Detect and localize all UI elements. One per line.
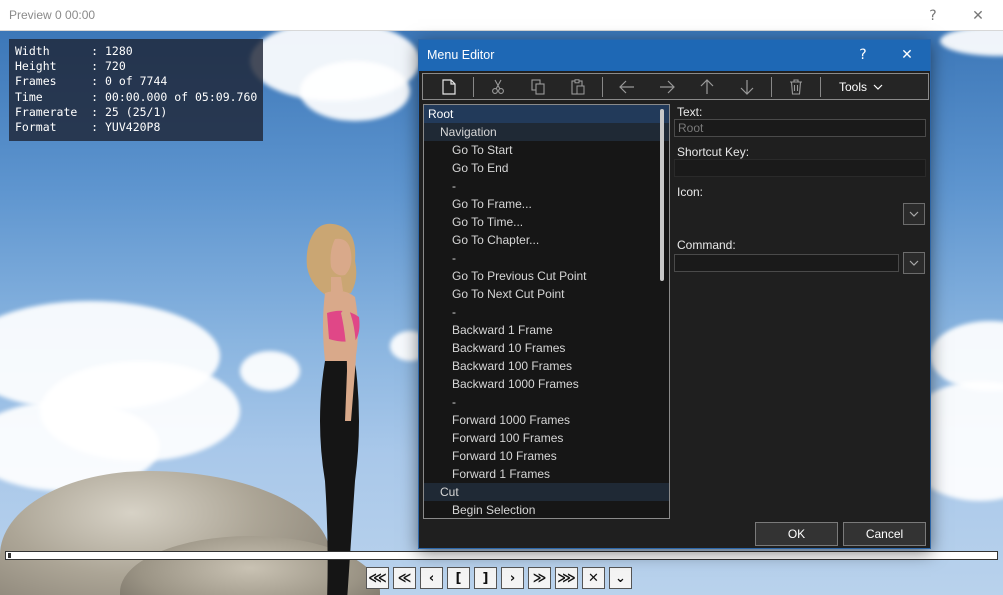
chevron-down-icon <box>873 84 883 90</box>
menu-button[interactable]: ⌄ <box>609 567 632 589</box>
move-right-button[interactable] <box>653 76 681 98</box>
tree-menu-item[interactable]: Forward 10 Frames <box>424 447 669 465</box>
toolbar-separator <box>771 76 772 97</box>
tree-menu-item[interactable]: Go To Time... <box>424 213 669 231</box>
cloud <box>940 31 1003 56</box>
prev-frame-button[interactable]: ‹ <box>420 567 443 589</box>
shortcut-key-label: Shortcut Key: <box>677 145 750 159</box>
info-format: Format : YUV420P8 <box>15 120 161 135</box>
command-field-label: Command: <box>677 238 736 252</box>
tree-menu-item[interactable]: - <box>424 249 669 267</box>
command-field[interactable] <box>674 254 899 272</box>
tree-group-item[interactable]: Navigation <box>424 123 669 141</box>
arrow-left-icon <box>619 80 634 93</box>
tree-menu-item[interactable]: Forward 1000 Frames <box>424 411 669 429</box>
text-field-label: Text: <box>677 105 703 119</box>
video-info-overlay: Width : 1280 Height : 720 Frames : 0 of … <box>9 39 263 141</box>
tree-menu-item[interactable]: Backward 100 Frames <box>424 357 669 375</box>
seek-bar[interactable] <box>5 551 998 560</box>
cloud <box>930 321 1003 391</box>
clear-button[interactable]: ✕ <box>582 567 605 589</box>
next-frame-button[interactable]: › <box>501 567 524 589</box>
seek-handle[interactable] <box>8 553 11 558</box>
editor-toolbar: Tools <box>422 73 929 100</box>
tree-menu-item[interactable]: - <box>424 393 669 411</box>
scissors-icon <box>492 79 504 94</box>
tree-menu-item[interactable]: Go To Chapter... <box>424 231 669 249</box>
tree-menu-item[interactable]: Go To Previous Cut Point <box>424 267 669 285</box>
ok-button[interactable]: OK <box>755 522 838 546</box>
chevron-down-icon <box>909 260 919 266</box>
woman-figure <box>306 223 360 595</box>
new-item-button[interactable] <box>435 76 463 98</box>
dialog-help-button[interactable]: ? <box>849 44 877 66</box>
paste-icon <box>571 78 585 95</box>
tree-menu-item[interactable]: Go To Next Cut Point <box>424 285 669 303</box>
new-document-icon <box>442 78 456 95</box>
tree-menu-item[interactable]: Go To End <box>424 159 669 177</box>
toolbar-separator <box>602 76 603 97</box>
transport-controls: ⋘ ≪ ‹ [ ] › ≫ ⋙ ✕ ⌄ <box>366 567 632 590</box>
toolbar-separator <box>820 76 821 97</box>
copy-button[interactable] <box>524 76 552 98</box>
tree-menu-item[interactable]: - <box>424 303 669 321</box>
tree-menu-item[interactable]: Begin Selection <box>424 501 669 518</box>
tree-menu-item[interactable]: Backward 1 Frame <box>424 321 669 339</box>
tools-menu-label: Tools <box>839 79 868 94</box>
tree-scrollbar[interactable] <box>660 109 664 281</box>
jump-start-button[interactable]: ⋘ <box>366 567 389 589</box>
preview-titlebar: Preview 0 00:00 ? ✕ <box>0 0 1003 31</box>
move-down-button[interactable] <box>733 76 761 98</box>
cloud <box>300 61 410 121</box>
help-button[interactable]: ? <box>918 5 948 27</box>
mark-in-button[interactable]: [ <box>447 567 470 589</box>
copy-icon <box>531 78 545 95</box>
tree-menu-item[interactable]: Forward 1 Frames <box>424 465 669 483</box>
mark-out-button[interactable]: ] <box>474 567 497 589</box>
dialog-title: Menu Editor <box>427 48 495 62</box>
tree-menu-item[interactable]: - <box>424 177 669 195</box>
tree-menu-item[interactable]: Backward 10 Frames <box>424 339 669 357</box>
step-forward-button[interactable]: ≫ <box>528 567 551 589</box>
cut-button[interactable] <box>484 76 512 98</box>
preview-window-title: Preview 0 00:00 <box>9 8 96 22</box>
chevron-down-icon <box>909 211 919 217</box>
menu-tree-list: Root Navigation Go To Start Go To End - Go To… <box>424 105 669 518</box>
trash-icon <box>790 78 802 95</box>
info-frames: Frames : 0 of 7744 <box>15 74 168 89</box>
tree-menu-item[interactable]: Forward 100 Frames <box>424 429 669 447</box>
dialog-close-button[interactable]: ✕ <box>893 44 921 66</box>
move-up-button[interactable] <box>693 76 721 98</box>
jump-end-button[interactable]: ⋙ <box>555 567 578 589</box>
info-height: Height : 720 <box>15 59 126 74</box>
arrow-down-icon <box>740 79 754 95</box>
delete-button[interactable] <box>782 76 810 98</box>
cancel-button[interactable]: Cancel <box>843 522 926 546</box>
text-field[interactable]: Root <box>674 119 926 137</box>
tree-menu-item[interactable]: Go To Frame... <box>424 195 669 213</box>
shortcut-key-field[interactable] <box>674 159 926 177</box>
tree-menu-item[interactable]: Backward 1000 Frames <box>424 375 669 393</box>
dialog-titlebar: Menu Editor ? ✕ <box>419 40 930 71</box>
icon-dropdown-button[interactable] <box>903 203 925 225</box>
arrow-up-icon <box>700 78 714 94</box>
arrow-right-icon <box>660 80 675 93</box>
info-width: Width : 1280 <box>15 44 133 58</box>
icon-field-label: Icon: <box>677 185 704 199</box>
info-time: Time : 00:00.000 of 05:09.760 <box>15 89 258 104</box>
step-back-button[interactable]: ≪ <box>393 567 416 589</box>
tree-group-item[interactable]: Cut <box>424 483 669 501</box>
menu-tree[interactable]: Root Navigation Go To Start Go To End - Go To… <box>423 104 670 519</box>
paste-button[interactable] <box>564 76 592 98</box>
tree-root-item[interactable]: Root <box>424 105 669 123</box>
close-button[interactable]: ✕ <box>963 5 993 27</box>
command-dropdown-button[interactable] <box>903 252 925 274</box>
info-framerate: Framerate : 25 (25/1) <box>15 104 168 119</box>
move-left-button[interactable] <box>613 76 641 98</box>
tools-menu-button[interactable]: Tools <box>831 80 891 94</box>
toolbar-separator <box>473 76 474 97</box>
tree-menu-item[interactable]: Go To Start <box>424 141 669 159</box>
menu-editor-dialog: Menu Editor ? ✕ Tools Root Navigation Go… <box>418 39 931 549</box>
